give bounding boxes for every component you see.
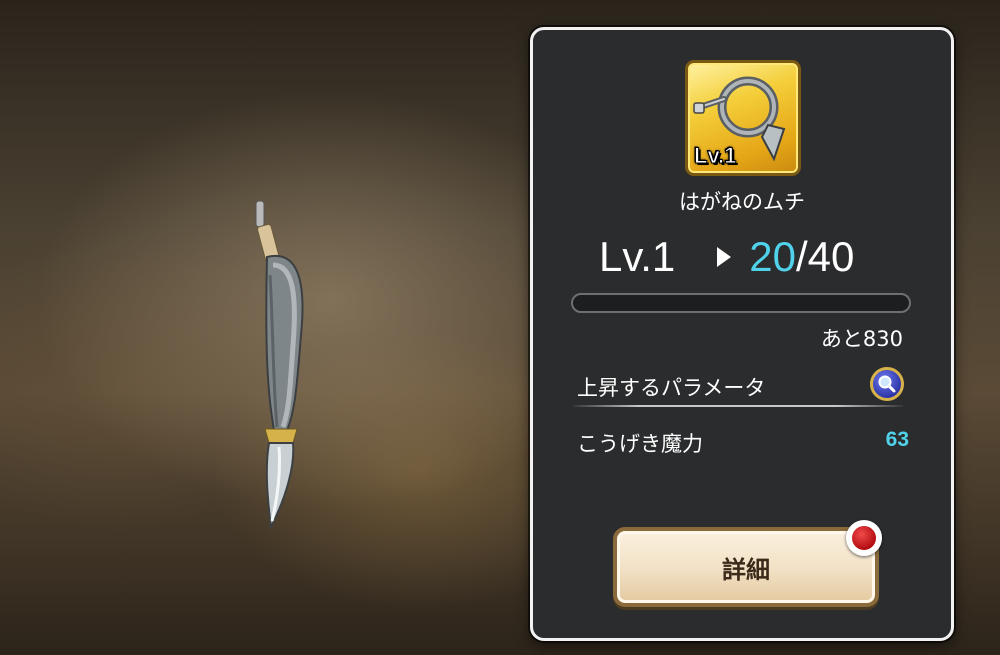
parameter-value: 63 [885,428,909,451]
current-points: 20 [749,233,796,280]
game-screen: Lv.1 はがねのムチ Lv.1 20 / 40 あと830 上昇するパラメータ… [0,0,1000,655]
item-name: はがねのムチ [679,190,805,214]
remaining-exp: あと830 [820,327,903,351]
weapon-preview[interactable] [235,195,325,535]
arrow-right-icon [717,247,732,267]
section-divider [573,405,903,407]
parameter-search-button[interactable] [870,367,904,401]
level-row: Lv.1 20 / 40 [599,226,854,288]
detail-button-label: 詳細 [722,555,770,584]
max-points: 40 [807,233,855,280]
item-icon: Lv.1 [685,60,801,176]
parameters-title: 上昇するパラメータ [577,376,766,400]
magnifier-icon [878,375,896,393]
experience-bar [571,293,911,313]
level-label: Lv.1 [599,233,676,280]
detail-button[interactable]: 詳細 [613,527,879,607]
points-separator: / [796,233,808,280]
steel-whip-model [255,200,304,531]
parameter-name: こうげき魔力 [577,432,703,456]
item-level-badge: Lv.1 [693,143,737,169]
item-detail-panel: Lv.1 はがねのムチ Lv.1 20 / 40 あと830 上昇するパラメータ… [530,27,954,641]
notification-badge [846,520,882,556]
